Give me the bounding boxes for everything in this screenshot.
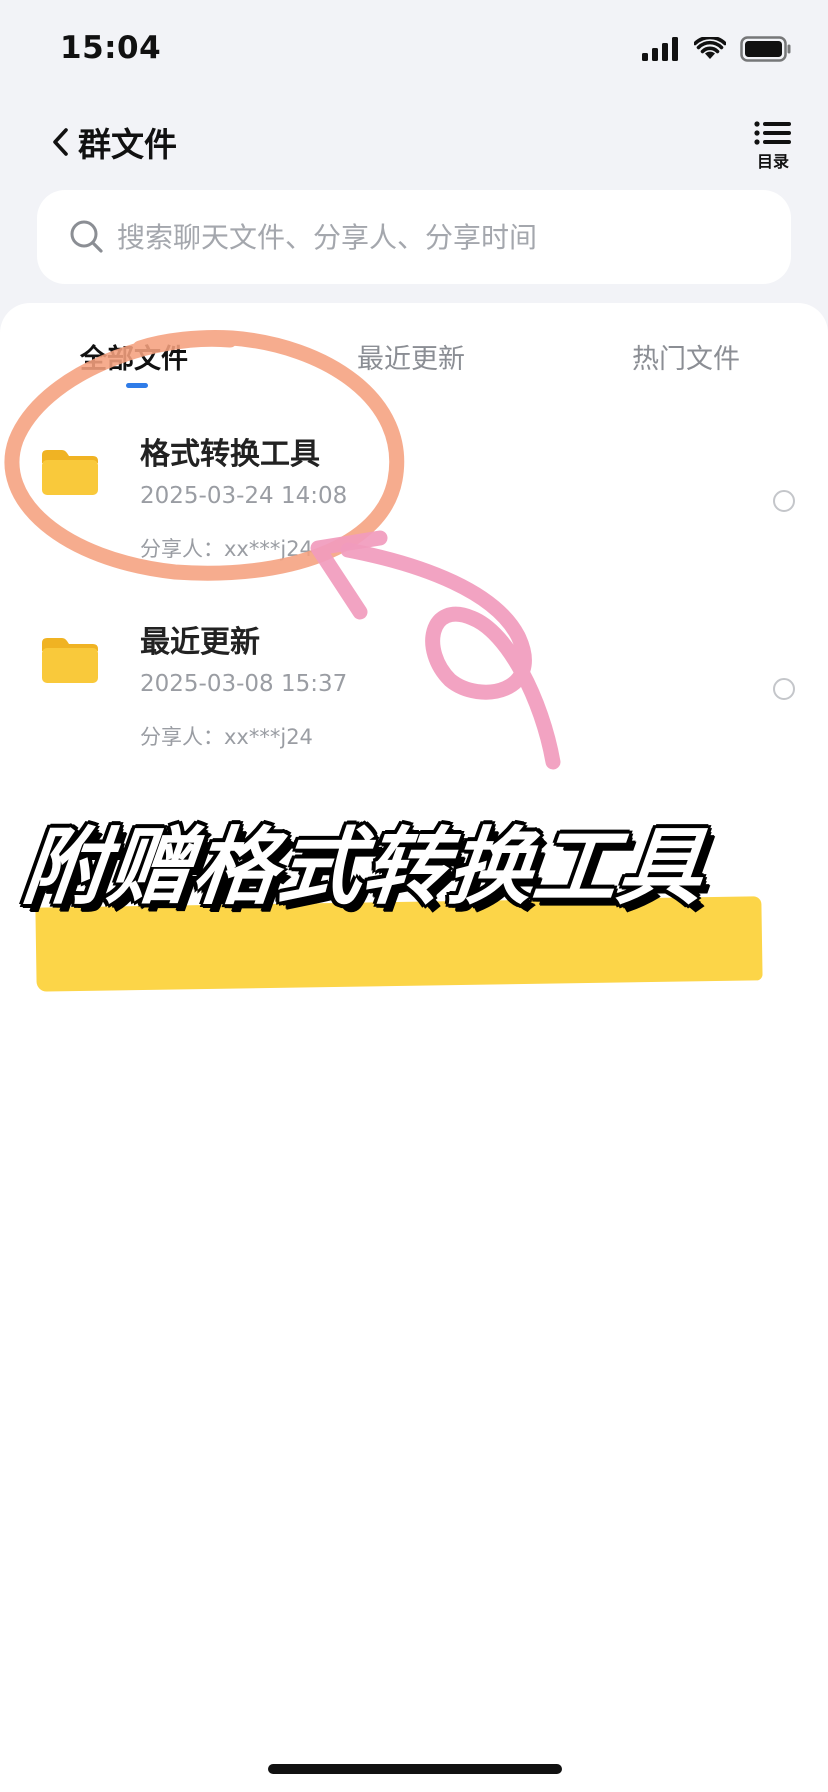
tab-all-files[interactable]: 全部文件 [80, 337, 188, 376]
status-icons [642, 36, 792, 62]
select-radio[interactable] [773, 490, 795, 512]
battery-icon [740, 36, 791, 62]
select-radio[interactable] [773, 678, 795, 700]
file-sharer: 分享人：xx***j24 [140, 537, 313, 561]
chevron-left-icon [53, 128, 68, 156]
nav-bar: 群文件 目录 [0, 100, 828, 180]
toc-label: 目录 [756, 152, 789, 171]
tab-recent-updates[interactable]: 最近更新 [357, 337, 465, 376]
search-bar[interactable] [37, 190, 791, 284]
search-input[interactable] [115, 219, 739, 255]
home-indicator [268, 1764, 562, 1774]
back-button[interactable]: 群文件 [48, 118, 177, 166]
folder-icon [42, 450, 98, 495]
wifi-icon [694, 37, 726, 59]
promo-caption: 附赠格式转换工具 [18, 818, 709, 916]
status-bar: 15:04 [0, 0, 828, 100]
search-icon [70, 220, 103, 253]
status-time: 15:04 [60, 30, 162, 66]
file-list-panel: 全部文件 最近更新 热门文件 格式转换工具 2025-03-24 14:08 分… [0, 303, 828, 1792]
file-item[interactable]: 格式转换工具 2025-03-24 14:08 分享人：xx***j24 [0, 411, 828, 581]
file-item[interactable]: 最近更新 2025-03-08 15:37 分享人：xx***j24 [0, 599, 828, 769]
page-title: 群文件 [78, 125, 177, 164]
file-name: 最近更新 [140, 625, 260, 660]
active-tab-indicator [126, 383, 148, 388]
toc-button[interactable]: 目录 [748, 120, 798, 180]
list-icon [754, 121, 791, 145]
file-name: 格式转换工具 [140, 437, 320, 472]
tab-bar: 全部文件 最近更新 热门文件 [0, 331, 828, 401]
file-date: 2025-03-08 15:37 [140, 671, 348, 697]
folder-icon [42, 638, 98, 683]
file-sharer: 分享人：xx***j24 [140, 725, 313, 749]
file-date: 2025-03-24 14:08 [140, 483, 348, 509]
signal-icon [642, 37, 678, 61]
tab-hot-files[interactable]: 热门文件 [632, 337, 740, 376]
